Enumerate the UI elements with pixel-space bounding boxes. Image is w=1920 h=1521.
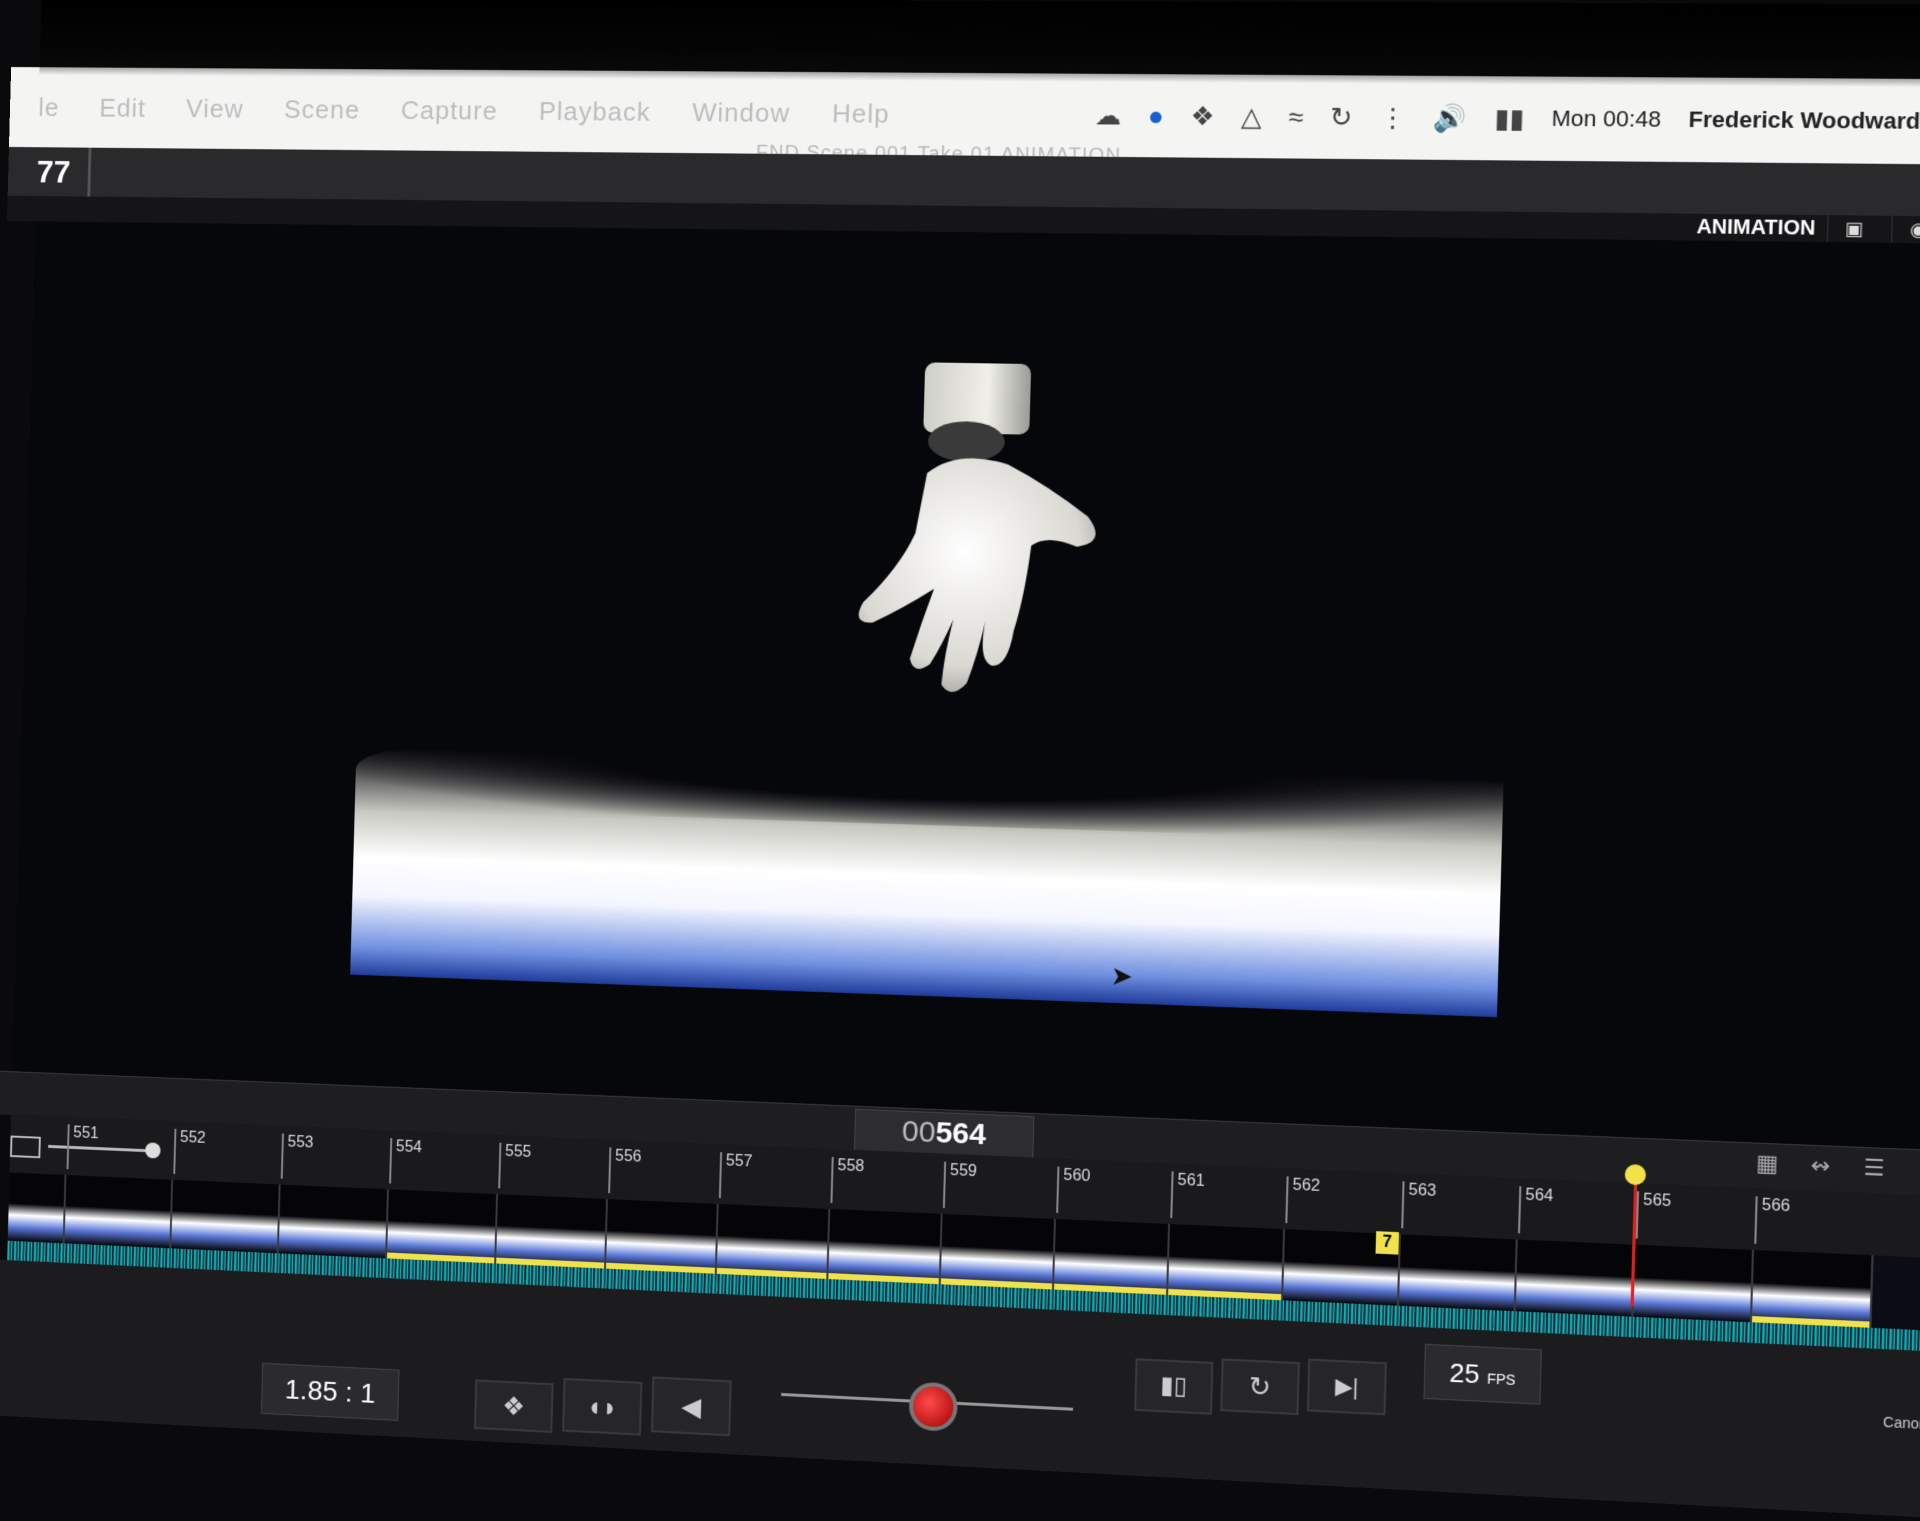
volume-icon[interactable]: 🔊	[1433, 102, 1468, 134]
go-to-live-button[interactable]: ▶|	[1307, 1359, 1387, 1416]
timeline-tick: 566	[1754, 1196, 1790, 1245]
frame-thumbnail[interactable]	[387, 1189, 498, 1263]
loop-button[interactable]: ↻	[1220, 1358, 1300, 1415]
menu-file[interactable]: le	[38, 92, 60, 122]
airplay-icon[interactable]: △	[1241, 101, 1262, 133]
user-name[interactable]: Frederick Woodward	[1688, 106, 1920, 135]
filmstrip-view-icon[interactable]: ▦	[1745, 1149, 1788, 1182]
timeline-tick: 563	[1401, 1181, 1436, 1229]
frame-thumbnail[interactable]	[1399, 1234, 1518, 1311]
timeline-tick: 564	[1518, 1186, 1554, 1235]
onion-skin-button[interactable]: ▮▯	[1134, 1358, 1213, 1415]
wifi-icon[interactable]: ≈	[1288, 101, 1304, 133]
menu-help[interactable]: Help	[832, 98, 890, 130]
frame-thumbnail[interactable]	[828, 1209, 942, 1284]
timeline-tick: 554	[389, 1138, 422, 1185]
frame-thumbnail[interactable]	[1054, 1219, 1170, 1295]
timeline-tick: 562	[1285, 1176, 1320, 1224]
timeline-tick: 559	[943, 1162, 977, 1210]
stop-motion-app-screen: le Edit View Scene Capture Playback Wind…	[3, 0, 1920, 1501]
frame-thumbnail[interactable]	[1516, 1239, 1636, 1316]
menu-window[interactable]: Window	[692, 97, 791, 129]
preview-viewer[interactable]: ➤	[12, 221, 1920, 1158]
timeline-tick: 557	[719, 1152, 753, 1199]
dropbox-icon[interactable]: ❖	[1190, 100, 1215, 132]
frame-thumbnail[interactable]	[279, 1185, 389, 1259]
timecode-prefix: 00	[902, 1115, 937, 1150]
capture-button[interactable]	[908, 1381, 958, 1432]
menu-edit[interactable]: Edit	[99, 93, 146, 124]
waveform-view-icon[interactable]: ↭	[1799, 1152, 1843, 1185]
timecode-frame: 564	[935, 1116, 986, 1151]
mouse-cursor-icon: ➤	[1110, 960, 1133, 992]
timeline-tick: 558	[830, 1157, 864, 1205]
bluetooth-icon[interactable]: ⋮	[1379, 102, 1407, 134]
mode-label[interactable]: ANIMATION	[1696, 214, 1816, 242]
sync-icon[interactable]: ●	[1147, 100, 1164, 132]
frame-thumbnail[interactable]	[606, 1199, 719, 1274]
zoom-slider[interactable]	[48, 1145, 153, 1152]
zoom-slider-knob[interactable]	[145, 1142, 161, 1158]
mirror-button[interactable]: ◖◗	[562, 1378, 642, 1436]
timeline-tick: 552	[173, 1129, 206, 1175]
menu-scene[interactable]: Scene	[284, 94, 361, 125]
monitor-bezel	[39, 0, 1920, 88]
frame-thumbnail[interactable]	[1168, 1224, 1285, 1300]
camera-icon[interactable]: ◉	[1891, 216, 1920, 244]
frame-thumbnail[interactable]	[941, 1214, 1056, 1290]
play-back-button[interactable]: ◀	[651, 1376, 732, 1436]
time-machine-icon[interactable]: ↻	[1330, 101, 1353, 133]
frame-thumbnail[interactable]	[717, 1204, 831, 1279]
frame-thumbnail[interactable]	[496, 1194, 608, 1268]
backdrop-frame	[350, 748, 1503, 1017]
frame-thumbnail[interactable]	[8, 1173, 67, 1244]
menu-capture[interactable]: Capture	[400, 95, 498, 126]
menu-playback[interactable]: Playback	[538, 96, 651, 128]
aspect-ratio-selector[interactable]: 1.85 : 1	[261, 1363, 400, 1421]
timeline-tick: 551	[67, 1124, 99, 1170]
timeline-tick: 553	[281, 1133, 314, 1180]
timeline-tick: 556	[608, 1147, 642, 1194]
menu-list: le Edit View Scene Capture Playback Wind…	[10, 92, 890, 129]
puppet-hand-image	[799, 361, 1113, 770]
frame-counter: 77	[36, 147, 91, 196]
list-view-icon[interactable]: ☰	[1852, 1154, 1896, 1187]
frame-thumbnail[interactable]	[65, 1175, 174, 1248]
monitor-icon[interactable]: ▣	[1827, 215, 1880, 243]
timeline-tick: 561	[1170, 1171, 1205, 1219]
frame-thumbnail[interactable]	[171, 1180, 280, 1254]
battery-icon[interactable]: ▮▮	[1494, 102, 1525, 134]
timeline-tick: 565	[1636, 1191, 1672, 1240]
frame-thumbnail[interactable]	[1633, 1245, 1754, 1323]
keyframe-button[interactable]: ❖	[474, 1379, 554, 1433]
creative-cloud-icon[interactable]: ☁	[1094, 100, 1121, 132]
status-area: ☁ ● ❖ △ ≈ ↻ ⋮ 🔊 ▮▮ Mon 00:48 Frederick W…	[1094, 100, 1920, 139]
fps-value: 25	[1449, 1357, 1480, 1389]
fps-selector[interactable]: 25 FPS	[1423, 1344, 1542, 1405]
frame-marker[interactable]: 7	[1376, 1231, 1399, 1254]
fps-unit: FPS	[1487, 1370, 1516, 1388]
zoom-toggle[interactable]	[10, 1136, 41, 1159]
menu-view[interactable]: View	[186, 93, 244, 124]
menu-clock[interactable]: Mon 00:48	[1551, 105, 1661, 133]
timeline-tick: 555	[498, 1143, 531, 1190]
timeline-tick: 560	[1056, 1167, 1091, 1215]
camera-label: Canon EOS	[1883, 1413, 1920, 1434]
frame-thumbnail[interactable]	[1752, 1250, 1874, 1328]
